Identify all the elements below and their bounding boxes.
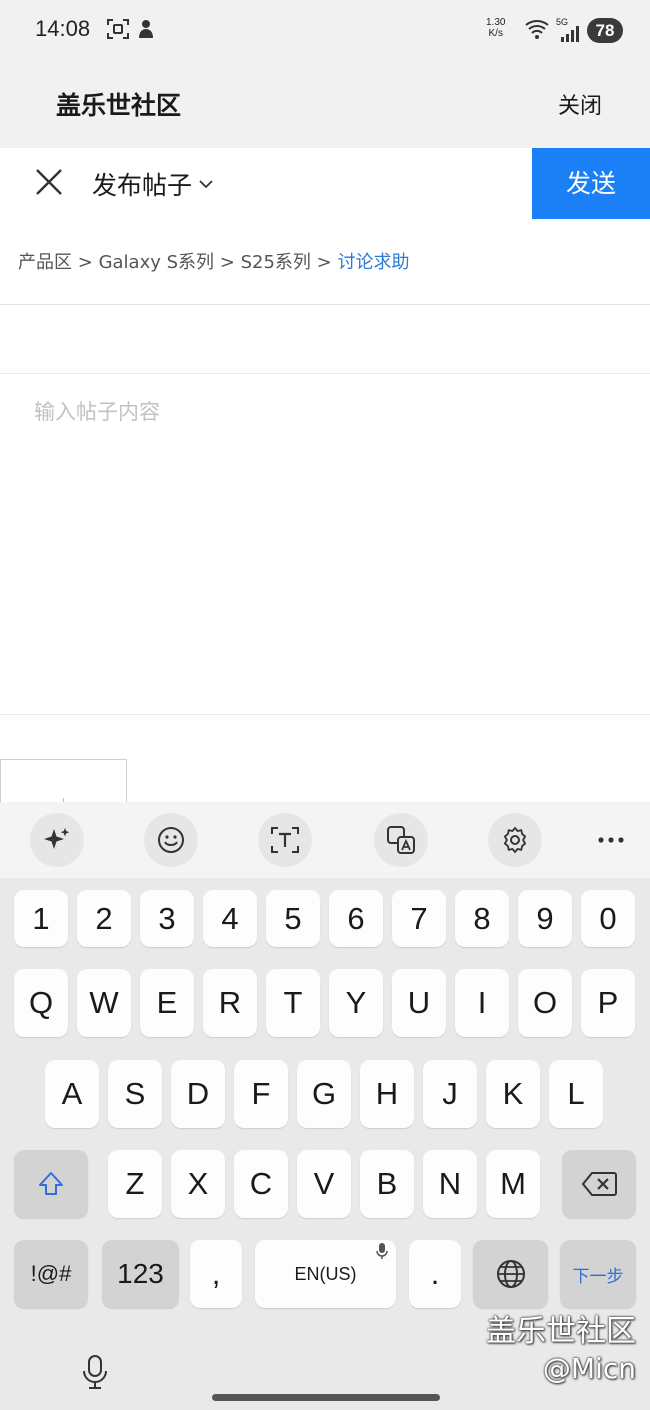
home-indicator[interactable] — [212, 1394, 440, 1401]
key-k[interactable]: K — [486, 1060, 540, 1128]
breadcrumb-separator: > — [219, 252, 235, 273]
settings-button[interactable] — [488, 813, 542, 867]
key-g[interactable]: G — [297, 1060, 351, 1128]
key-i[interactable]: I — [455, 969, 509, 1037]
key-d[interactable]: D — [171, 1060, 225, 1128]
space-key[interactable]: EN(US) — [255, 1240, 396, 1308]
key-n[interactable]: N — [423, 1150, 477, 1218]
title-input[interactable] — [0, 305, 650, 373]
post-type-dropdown[interactable]: 发布帖子 — [92, 166, 214, 202]
key-a[interactable]: A — [45, 1060, 99, 1128]
key-w[interactable]: W — [77, 969, 131, 1037]
shift-icon — [39, 1172, 63, 1195]
key-9[interactable]: 9 — [518, 890, 572, 947]
notification-app-icon — [139, 20, 153, 38]
key-r[interactable]: R — [203, 969, 257, 1037]
text-recognition-icon — [271, 827, 299, 853]
emoji-icon — [158, 827, 184, 853]
key-f[interactable]: F — [234, 1060, 288, 1128]
more-icon — [598, 837, 624, 843]
status-bar: 14:08 1.30 K/s 5G 78 — [0, 0, 650, 60]
mic-icon — [376, 1243, 388, 1259]
watermark-user: @Micn — [542, 1352, 636, 1385]
watermark-title: 盖乐世社区 — [486, 1314, 636, 1349]
key-l[interactable]: L — [549, 1060, 603, 1128]
key-j[interactable]: J — [423, 1060, 477, 1128]
breadcrumb: 产品区 > Galaxy S系列 > S25系列 > 讨论求助 — [18, 248, 410, 274]
more-button[interactable] — [590, 813, 632, 867]
translate-icon — [387, 826, 415, 854]
breadcrumb-item[interactable]: 产品区 — [18, 252, 72, 273]
gear-icon — [503, 826, 527, 854]
key-c[interactable]: C — [234, 1150, 288, 1218]
voice-input-icon[interactable] — [80, 1352, 110, 1392]
period-key[interactable]: . — [409, 1240, 461, 1308]
key-y[interactable]: Y — [329, 969, 383, 1037]
chevron-down-icon — [199, 180, 213, 189]
breadcrumb-separator: > — [316, 252, 332, 273]
breadcrumb-item[interactable]: S25系列 — [241, 252, 311, 273]
ai-tools-button[interactable] — [30, 813, 84, 867]
key-q[interactable]: Q — [14, 969, 68, 1037]
globe-icon — [496, 1260, 525, 1288]
key-t[interactable]: T — [266, 969, 320, 1037]
signal-icon — [561, 26, 579, 42]
status-time: 14:08 — [35, 16, 91, 41]
compose-bar: 发布帖子 发送 — [0, 148, 650, 220]
key-3[interactable]: 3 — [140, 890, 194, 947]
backspace-key[interactable] — [562, 1150, 636, 1218]
content-input[interactable] — [34, 396, 624, 696]
text-recognition-button[interactable] — [258, 813, 312, 867]
breadcrumb-separator: > — [77, 252, 93, 273]
key-p[interactable]: P — [581, 969, 635, 1037]
language-key[interactable] — [473, 1240, 548, 1308]
symbols-key[interactable]: !@# — [14, 1240, 88, 1308]
close-icon[interactable] — [32, 165, 66, 199]
next-key[interactable]: 下一步 — [560, 1240, 636, 1308]
key-1[interactable]: 1 — [14, 890, 68, 947]
key-h[interactable]: H — [360, 1060, 414, 1128]
key-2[interactable]: 2 — [77, 890, 131, 947]
shift-key[interactable] — [14, 1150, 88, 1218]
network-speed: 1.30 K/s — [486, 17, 506, 39]
app-header: 盖乐世社区 关闭 — [0, 60, 650, 148]
breadcrumb-current[interactable]: 讨论求助 — [338, 252, 410, 273]
sparkle-icon — [44, 828, 70, 849]
key-8[interactable]: 8 — [455, 890, 509, 947]
key-u[interactable]: U — [392, 969, 446, 1037]
key-7[interactable]: 7 — [392, 890, 446, 947]
key-m[interactable]: M — [486, 1150, 540, 1218]
numbers-key[interactable]: 123 — [102, 1240, 179, 1308]
space-key-label: EN(US) — [294, 1263, 357, 1284]
wifi-icon — [525, 20, 549, 39]
key-s[interactable]: S — [108, 1060, 162, 1128]
key-b[interactable]: B — [360, 1150, 414, 1218]
post-type-label: 发布帖子 — [92, 171, 193, 200]
battery-indicator: 78 — [587, 18, 623, 43]
backspace-icon — [582, 1172, 617, 1196]
key-0[interactable]: 0 — [581, 890, 635, 947]
breadcrumb-item[interactable]: Galaxy S系列 — [99, 252, 214, 273]
key-o[interactable]: O — [518, 969, 572, 1037]
divider — [0, 373, 650, 374]
translate-button[interactable] — [374, 813, 428, 867]
divider — [0, 714, 650, 715]
key-x[interactable]: X — [171, 1150, 225, 1218]
key-5[interactable]: 5 — [266, 890, 320, 947]
key-z[interactable]: Z — [108, 1150, 162, 1218]
app-title: 盖乐世社区 — [56, 91, 182, 120]
key-e[interactable]: E — [140, 969, 194, 1037]
emoji-button[interactable] — [144, 813, 198, 867]
key-6[interactable]: 6 — [329, 890, 383, 947]
key-4[interactable]: 4 — [203, 890, 257, 947]
screenshot-icon — [107, 19, 129, 39]
key-v[interactable]: V — [297, 1150, 351, 1218]
close-button[interactable]: 关闭 — [558, 88, 602, 120]
send-button[interactable]: 发送 — [532, 148, 650, 219]
comma-key[interactable]: , — [190, 1240, 242, 1308]
keyboard-toolbar — [0, 802, 650, 878]
